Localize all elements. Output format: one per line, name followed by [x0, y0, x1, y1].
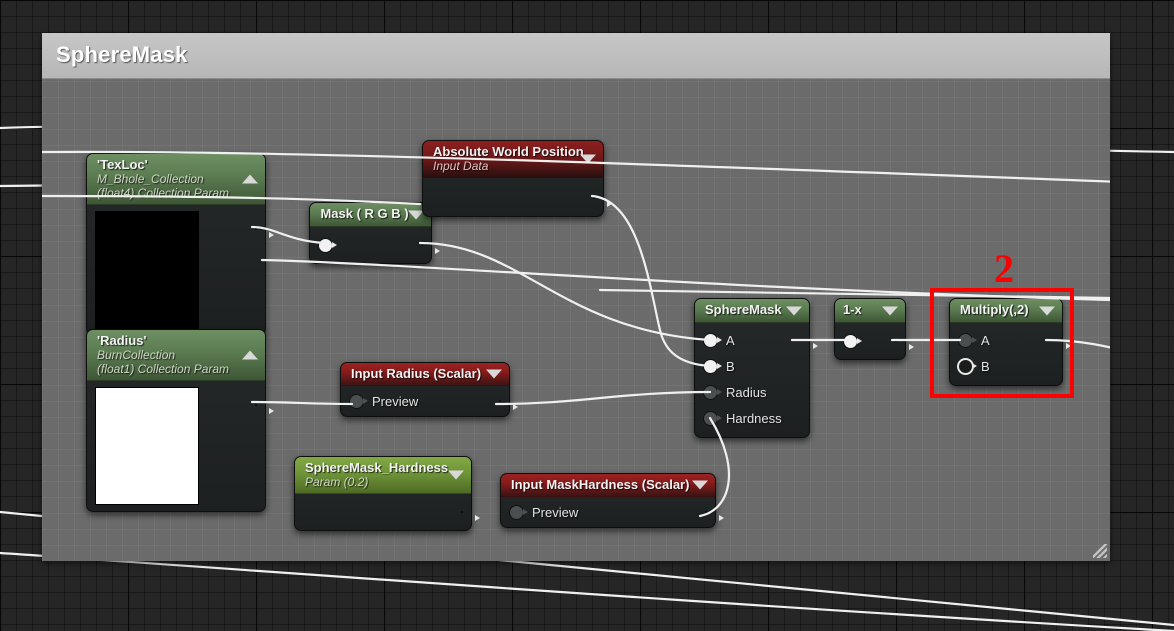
page-title: SphereMask	[56, 42, 188, 67]
chevron-down-icon[interactable]	[692, 480, 708, 490]
node-body	[295, 494, 471, 530]
node-texloc[interactable]: 'TexLoc' M_Bhole_Collection (float4) Col…	[86, 153, 266, 336]
node-subtitle-type: (float1) Collection Param	[97, 362, 230, 376]
node-spheremask-hardness[interactable]: SphereMask_Hardness Param (0.2)	[294, 456, 472, 531]
node-title: Input Radius (Scalar)	[351, 366, 482, 381]
node-body: Preview	[501, 497, 715, 527]
chevron-down-icon[interactable]	[448, 470, 464, 480]
input-pin-b[interactable]	[704, 359, 722, 373]
node-input-maskhardness[interactable]: Input MaskHardness (Scalar) Preview	[500, 473, 716, 528]
pin-label: Preview	[372, 393, 419, 409]
chevron-up-icon[interactable]	[242, 174, 258, 184]
chevron-down-icon[interactable]	[580, 154, 596, 164]
chevron-down-icon[interactable]	[486, 369, 502, 379]
chevron-down-icon[interactable]	[882, 306, 898, 315]
input-pin[interactable]	[350, 394, 368, 408]
node-absolute-world-position[interactable]: Absolute World Position Input Data	[422, 140, 604, 217]
annotation-highlight-rect	[930, 288, 1074, 398]
graph-panel[interactable]: SphereMask 'TexLoc' M_Bhole_Collection (…	[42, 33, 1110, 561]
pin-row-preview[interactable]: Preview	[341, 386, 509, 416]
node-subtitle-param: Param (0.2)	[305, 475, 369, 489]
input-pin[interactable]	[319, 238, 337, 252]
node-radius[interactable]: 'Radius' BurnCollection (float1) Collect…	[86, 329, 266, 512]
node-title: SphereMask_Hardness	[305, 460, 449, 475]
input-pin[interactable]	[844, 334, 862, 348]
node-preview-thumbnail	[95, 387, 199, 505]
node-subtitle-asset: M_Bhole_Collection	[97, 172, 204, 186]
node-header[interactable]: 'Radius' BurnCollection (float1) Collect…	[87, 330, 265, 381]
node-header[interactable]: Input MaskHardness (Scalar)	[501, 474, 715, 497]
annotation-step-number: 2	[994, 246, 1014, 291]
node-body	[87, 381, 265, 511]
input-pin-a[interactable]	[704, 333, 722, 347]
input-pin-radius[interactable]	[704, 385, 722, 399]
node-header[interactable]: Absolute World Position Input Data	[423, 141, 603, 178]
node-title: Absolute World Position	[433, 144, 584, 159]
node-subtitle-asset: BurnCollection	[97, 348, 176, 362]
node-one-minus[interactable]: 1-x	[834, 298, 906, 360]
node-body: A B Radius Hardness	[695, 323, 809, 437]
node-header[interactable]: SphereMask	[695, 299, 809, 323]
node-input-radius[interactable]: Input Radius (Scalar) Preview	[340, 362, 510, 417]
node-body: Preview	[341, 386, 509, 416]
pin-row-radius[interactable]: Radius	[695, 379, 809, 405]
pin-row[interactable]	[310, 227, 431, 263]
input-pin-hardness[interactable]	[704, 411, 722, 425]
node-title: Input MaskHardness (Scalar)	[511, 477, 690, 492]
pin-row-a[interactable]: A	[695, 327, 809, 353]
node-body	[87, 205, 265, 335]
chevron-down-icon[interactable]	[786, 306, 802, 315]
pin-row-preview[interactable]: Preview	[501, 497, 715, 527]
node-header[interactable]: 'TexLoc' M_Bhole_Collection (float4) Col…	[87, 154, 265, 205]
node-title: 'TexLoc'	[97, 157, 148, 172]
node-mask-rgb[interactable]: Mask ( R G B )	[309, 202, 432, 264]
node-subtitle-type: (float4) Collection Param	[97, 186, 230, 200]
node-body	[423, 178, 603, 216]
pin-row[interactable]	[835, 323, 905, 359]
pin-row-b[interactable]: B	[695, 353, 809, 379]
node-body	[835, 323, 905, 359]
material-graph-canvas[interactable]: SphereMask 'TexLoc' M_Bhole_Collection (…	[0, 0, 1174, 631]
pin-row-hardness[interactable]: Hardness	[695, 405, 809, 431]
node-spheremask[interactable]: SphereMask A B Radius Hardness	[694, 298, 810, 438]
node-header[interactable]: SphereMask_Hardness Param (0.2)	[295, 457, 471, 494]
pin-label-b: B	[726, 358, 735, 374]
panel-title-bar[interactable]: SphereMask	[42, 33, 1110, 79]
node-subtitle-category: Input Data	[433, 159, 489, 173]
pin-label-a: A	[726, 332, 735, 348]
pin-label-hardness: Hardness	[726, 410, 782, 426]
node-header[interactable]: Mask ( R G B )	[310, 203, 431, 227]
pin-label: Preview	[532, 504, 579, 520]
node-body	[310, 227, 431, 263]
chevron-up-icon[interactable]	[242, 350, 258, 360]
resize-grip-icon[interactable]	[1093, 544, 1107, 558]
node-header[interactable]: 1-x	[835, 299, 905, 323]
node-title: 'Radius'	[97, 333, 147, 348]
input-pin[interactable]	[510, 505, 528, 519]
pin-label-radius: Radius	[726, 384, 767, 400]
node-header[interactable]: Input Radius (Scalar)	[341, 363, 509, 386]
node-preview-thumbnail	[95, 211, 199, 329]
